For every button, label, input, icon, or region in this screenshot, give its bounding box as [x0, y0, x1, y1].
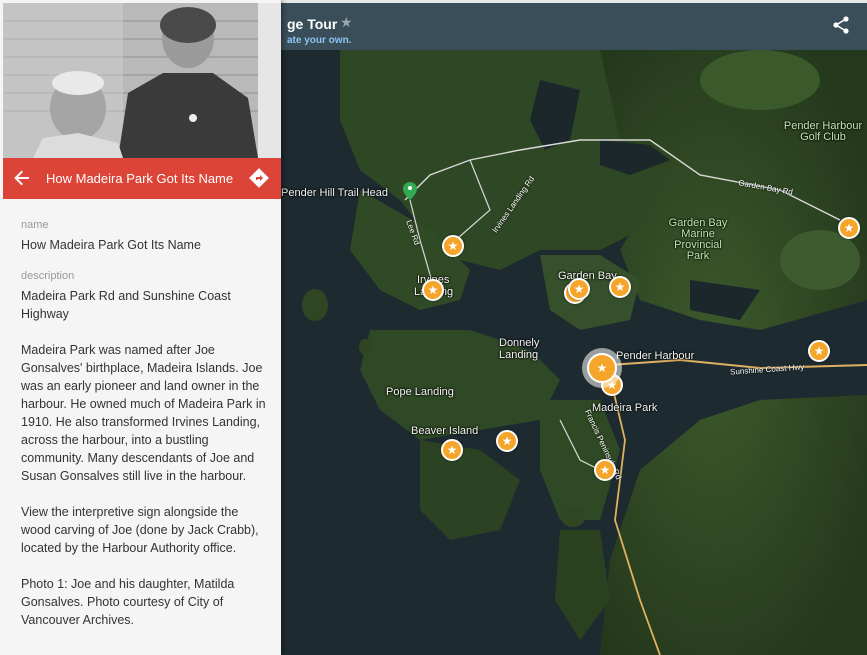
- description-address: Madeira Park Rd and Sunshine Coast Highw…: [21, 289, 231, 321]
- place-label: Pope Landing: [386, 386, 454, 398]
- tour-stop-marker[interactable]: ★: [838, 217, 860, 239]
- tour-stop-marker[interactable]: ★: [441, 439, 463, 461]
- directions-icon[interactable]: [248, 167, 270, 189]
- tour-stop-marker[interactable]: ★: [609, 276, 631, 298]
- park-label: Garden Bay Marine Provincial Park: [668, 217, 728, 262]
- description-sign: View the interpretive sign alongside the…: [21, 505, 259, 555]
- description-label: description: [21, 270, 75, 282]
- feature-photo[interactable]: [3, 3, 281, 158]
- place-label: Pender Harbour: [616, 350, 695, 362]
- tour-stop-marker[interactable]: ★: [422, 279, 444, 301]
- tour-stop-marker[interactable]: ★: [594, 459, 616, 481]
- place-label: Beaver Island: [411, 425, 479, 437]
- panel-header: How Madeira Park Got Its Name: [3, 158, 281, 199]
- panel-title: How Madeira Park Got Its Name: [46, 171, 234, 186]
- historical-photo-image: [3, 3, 281, 158]
- place-label: Donnely: [499, 337, 540, 349]
- description-photo-credit: Photo 1: Joe and his daughter, Matilda G…: [21, 577, 235, 627]
- panel-body: name How Madeira Park Got Its Name descr…: [21, 216, 271, 647]
- star-icon[interactable]: ★: [340, 14, 353, 31]
- share-icon[interactable]: [832, 16, 850, 34]
- tour-stop-marker[interactable]: ★: [496, 430, 518, 452]
- selected-tour-stop-marker[interactable]: ★: [587, 353, 617, 383]
- tour-stop-marker[interactable]: ★: [808, 340, 830, 362]
- arrow-left-icon[interactable]: [13, 169, 31, 187]
- create-map-link[interactable]: ate your own.: [287, 35, 351, 46]
- tour-stop-marker[interactable]: ★: [442, 235, 464, 257]
- description-history: Madeira Park was named after Joe Gonsalv…: [21, 343, 266, 483]
- place-label: Landing: [499, 349, 539, 361]
- hiking-trail-icon[interactable]: [403, 182, 417, 200]
- place-label: Madeira Park: [592, 402, 658, 414]
- name-label: name: [21, 219, 49, 231]
- tour-stop-marker[interactable]: ★: [568, 278, 590, 300]
- park-label: Pender Harbour Golf Club: [783, 120, 863, 143]
- place-label: Pender Hill Trail Head: [281, 187, 388, 199]
- map-title: ge Tour: [287, 16, 338, 32]
- name-value: How Madeira Park Got Its Name: [21, 238, 201, 252]
- details-panel: How Madeira Park Got Its Name name How M…: [0, 0, 281, 655]
- place-label: Garden Bay: [558, 270, 617, 282]
